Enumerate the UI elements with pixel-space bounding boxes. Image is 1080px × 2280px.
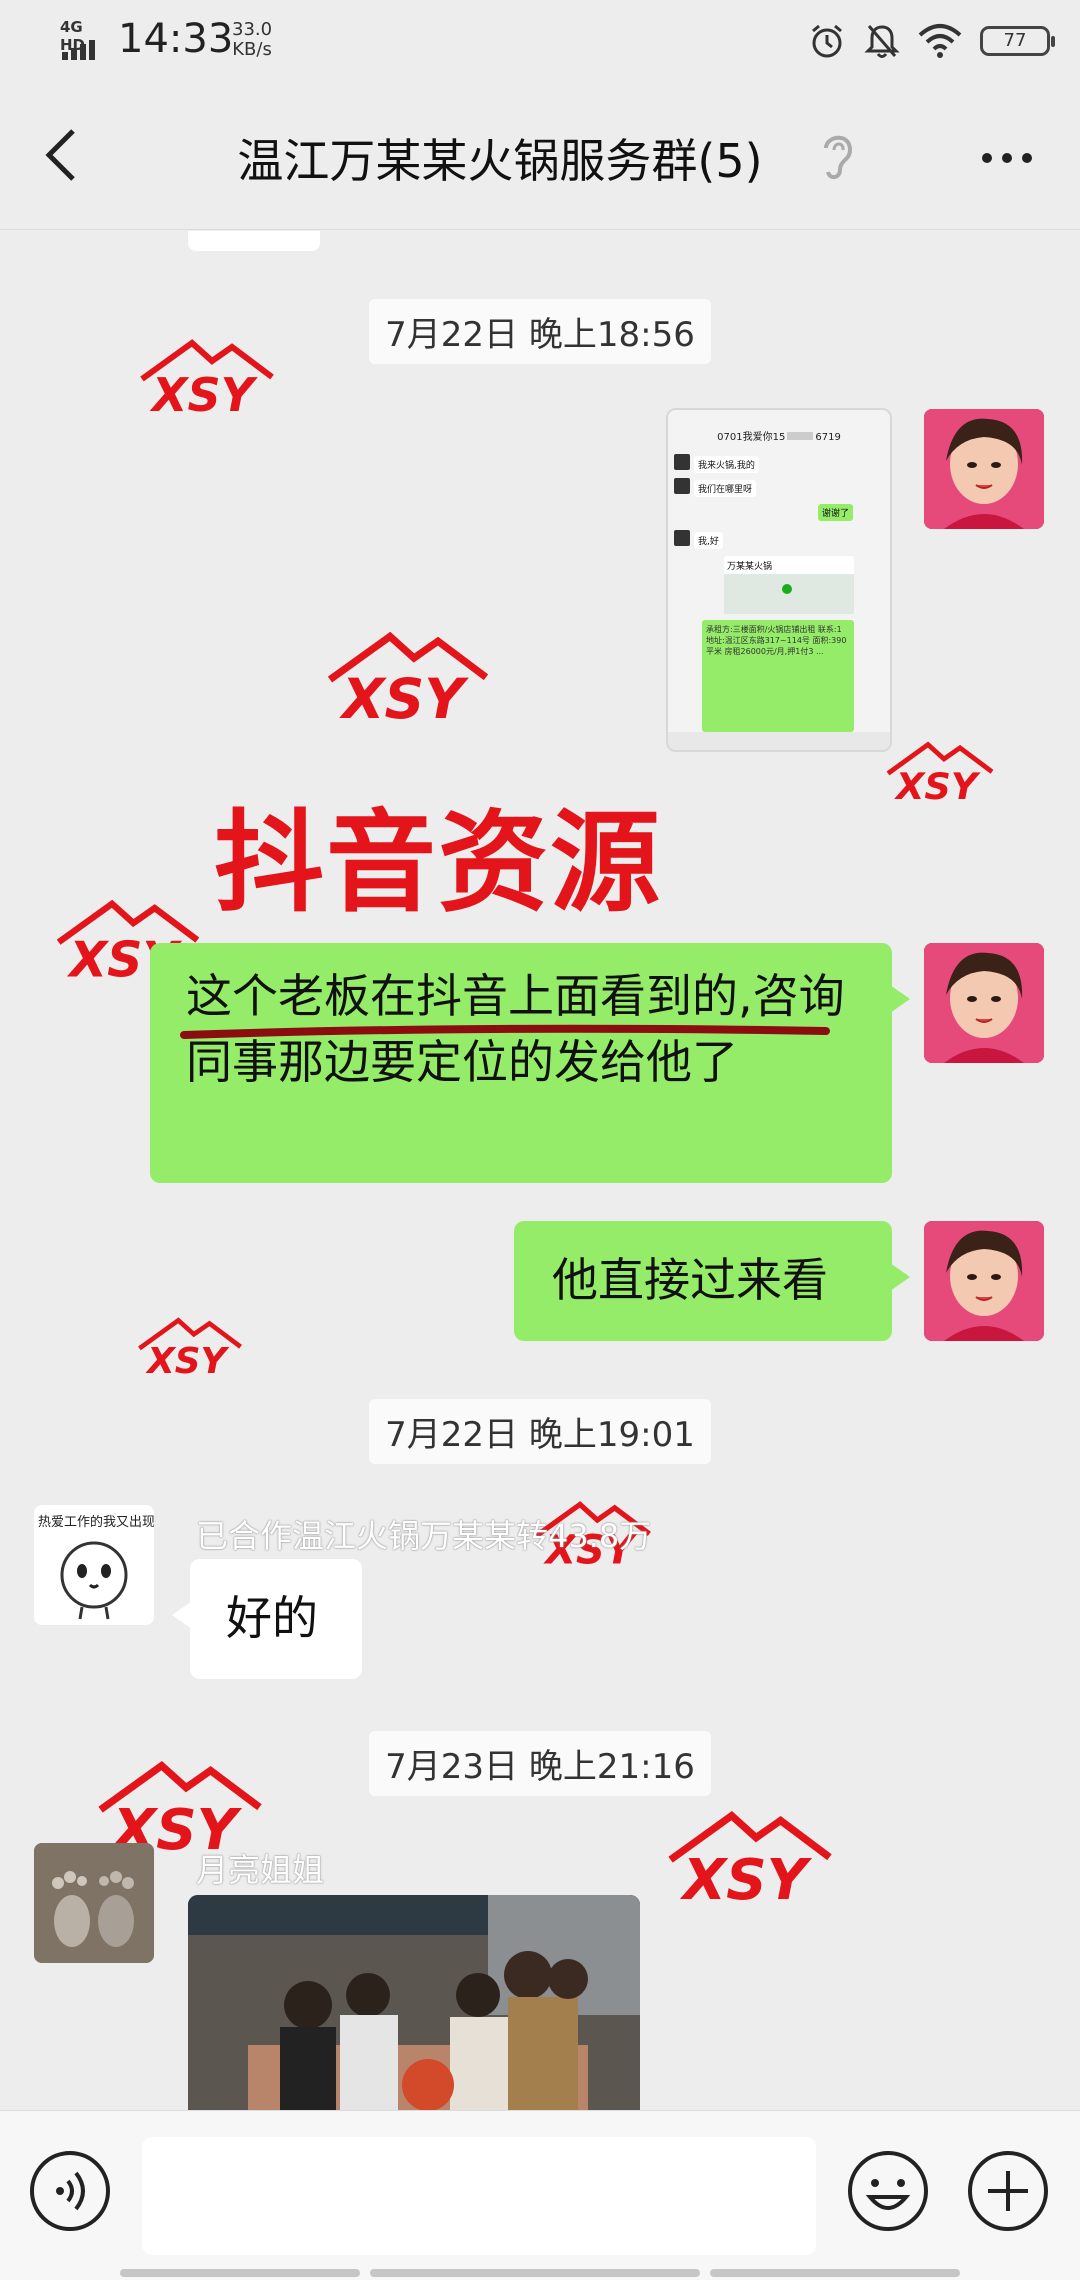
avatar-photo-icon	[924, 409, 1044, 529]
red-underline-mark	[180, 1024, 830, 1039]
ear-icon	[824, 135, 853, 179]
timestamp: 7月22日 晚上19:01	[0, 1399, 1080, 1464]
mini-avatar	[674, 454, 690, 470]
status-bar: 4G HD 14:33 33.0 KB/s 77	[0, 0, 1080, 80]
watermark-logo: XSY	[886, 741, 994, 808]
self-avatar[interactable]	[924, 1221, 1044, 1341]
mini-avatar	[674, 530, 690, 546]
screenshot-row: 我来火锅,我的	[694, 456, 759, 473]
message-text: 好的	[226, 1591, 318, 1645]
status-icons: 77	[808, 20, 1055, 62]
redacted-block	[787, 432, 814, 440]
watermark-logo: XSY	[138, 1317, 242, 1381]
svg-text:XSY: XSY	[149, 368, 259, 421]
timestamp-label: 7月22日 晚上18:56	[369, 299, 711, 364]
overlay-label: 抖音资源	[214, 799, 662, 927]
watermark-logo: XSY	[668, 1810, 832, 1911]
screenshot-input-bar	[668, 732, 890, 750]
screenshot-row: 谢谢了	[818, 504, 854, 521]
shared-screenshot-image[interactable]: 0701我爱你15 6719 我来火锅,我的 我们在哪里呀 谢谢了 我,好 万某某…	[666, 408, 892, 752]
emoji-icon	[848, 2151, 928, 2231]
plus-icon	[968, 2151, 1048, 2231]
map-thumbnail	[724, 574, 854, 614]
sender-name: 月亮姐姐	[196, 1851, 325, 1889]
voice-icon	[30, 2151, 110, 2231]
speed-value: 33.0	[232, 19, 273, 40]
previous-bubble-fragment	[188, 231, 320, 251]
timestamp-label: 7月22日 晚上19:01	[369, 1399, 711, 1464]
screenshot-green-text: 承租方:三楼面积/火锅店铺出租 联系:1 地址:温江区东路317~114号 面积…	[702, 620, 854, 732]
screenshot-title: 0701我爱你15 6719	[668, 428, 890, 450]
map-pin-icon	[782, 584, 792, 594]
home-indicator	[120, 2269, 960, 2279]
timestamp-label: 7月23日 晚上21:16	[369, 1731, 711, 1796]
self-avatar[interactable]	[924, 943, 1044, 1063]
alarm-icon	[812, 24, 842, 58]
timestamp: 7月22日 晚上18:56	[0, 299, 1080, 364]
clock: 14:33	[118, 16, 234, 62]
svg-text:XSY: XSY	[680, 1848, 813, 1911]
screenshot-number-tail: 6719	[815, 432, 841, 443]
timestamp: 7月23日 晚上21:16	[0, 1731, 1080, 1796]
message-bubble[interactable]: 这个老板在抖音上面看到的,咨询同事那边要定位的发给他了	[150, 943, 910, 1183]
message-input[interactable]	[142, 2137, 816, 2255]
message-bubble[interactable]: 好的	[172, 1559, 362, 1679]
sender-avatar[interactable]	[34, 1843, 154, 1963]
sender-name: 已合作温江火锅万某某转43.8万	[196, 1517, 652, 1555]
wifi-icon	[918, 24, 962, 58]
watermark-logo: XSY	[327, 631, 489, 731]
pebble-feet-photo-icon	[34, 1843, 154, 1963]
avatar-photo-icon	[924, 943, 1044, 1063]
mini-avatar	[674, 478, 690, 494]
map-card: 万某某火锅	[724, 556, 854, 614]
screenshot-title-text: 0701我爱你15	[717, 432, 786, 443]
emoji-button[interactable]	[846, 2149, 930, 2233]
more-button[interactable]	[972, 128, 1042, 188]
avatar-caption: 热爱工作的我又出现	[38, 1515, 154, 1530]
message-text: 他直接过来看	[552, 1253, 828, 1307]
cartoon-face-icon	[60, 1541, 128, 1620]
svg-text:XSY: XSY	[894, 765, 981, 808]
self-avatar[interactable]	[924, 409, 1044, 529]
network-speed: 33.0 KB/s	[232, 20, 272, 60]
avatar-photo-icon	[924, 1221, 1044, 1341]
mute-bell-icon	[864, 25, 900, 58]
more-icon-dot	[1022, 153, 1032, 163]
screenshot-row: 我,好	[694, 532, 723, 549]
signal-icon	[62, 40, 98, 60]
map-card-title: 万某某火锅	[727, 562, 773, 572]
more-icon-dot	[982, 153, 992, 163]
speed-unit: KB/s	[232, 39, 272, 60]
battery-icon: 77	[980, 26, 1055, 56]
screenshot-row: 我们在哪里呀	[694, 480, 757, 497]
svg-text:XSY: XSY	[339, 668, 469, 731]
photo-image	[188, 1895, 640, 2111]
voice-button[interactable]	[28, 2149, 112, 2233]
more-icon-dot	[1002, 153, 1012, 163]
chat-area[interactable]: 7月22日 晚上18:56 XSY XSY XSY XSY XSY XSY XS…	[0, 231, 1080, 2111]
network-indicator: 4G HD	[58, 18, 108, 60]
message-bubble[interactable]: 他直接过来看	[514, 1221, 910, 1341]
sender-avatar[interactable]: 热爱工作的我又出现	[34, 1505, 154, 1625]
input-bar	[0, 2110, 1080, 2280]
plus-button[interactable]	[966, 2149, 1050, 2233]
svg-text:XSY: XSY	[145, 1341, 229, 1381]
restaurant-photo[interactable]	[188, 1895, 640, 2111]
chat-header: 温江万某某火锅服务群(5)	[0, 80, 1080, 230]
